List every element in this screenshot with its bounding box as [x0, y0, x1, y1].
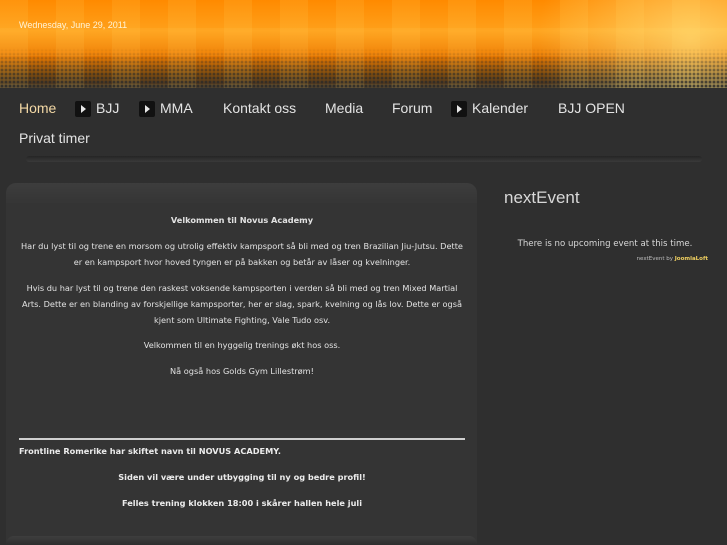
- nav-item-home[interactable]: Home: [19, 100, 56, 116]
- nav-item-media[interactable]: Media: [325, 100, 363, 116]
- site-header: Wednesday, June 29, 2011: [0, 0, 727, 88]
- nav-item-bjj-open[interactable]: BJJ OPEN: [558, 100, 625, 116]
- content-divider: [19, 438, 465, 440]
- sidebar-title: nextEvent: [504, 188, 580, 207]
- no-event-message: There is no upcoming event at this time.: [517, 239, 693, 249]
- golds-gym-paragraph: Nå også hos Golds Gym Lillestrøm!: [170, 366, 314, 376]
- welcome-title: Velkommen til Novus Academy: [170, 215, 314, 225]
- nav-item-mma[interactable]: MMA: [160, 100, 193, 116]
- nav-item-kalender[interactable]: Kalender: [472, 100, 528, 116]
- intro-paragraph-mma: Hvis du har lyst til og trene den raskes…: [21, 283, 463, 325]
- chevron-right-icon[interactable]: [451, 101, 467, 117]
- nav-item-forum[interactable]: Forum: [392, 100, 432, 116]
- news-line-profile: Siden vil være under utbygging til ny og…: [118, 472, 366, 482]
- credit-brand-link[interactable]: JoomlaLoft: [675, 256, 708, 262]
- sidebar-credit: nextEvent by JoomlaLoft: [560, 256, 708, 262]
- nav-item-bjj[interactable]: BJJ: [96, 100, 119, 116]
- header-pattern: [0, 0, 727, 88]
- chevron-right-icon[interactable]: [75, 101, 91, 117]
- nav-item-kontakt-oss[interactable]: Kontakt oss: [223, 100, 296, 116]
- news-line-training: Felles trening klokken 18:00 i skårer ha…: [121, 498, 363, 508]
- credit-prefix: nextEvent by: [636, 256, 675, 262]
- news-title: Frontline Romerike har skiftet navn til …: [19, 446, 281, 456]
- current-date: Wednesday, June 29, 2011: [19, 20, 128, 30]
- chevron-right-icon[interactable]: [139, 101, 155, 117]
- intro-paragraph-bjj: Har du lyst til og trene en morsom og ut…: [21, 241, 463, 267]
- nav-item-privat-timer[interactable]: Privat timer: [19, 130, 90, 146]
- welcome-paragraph: Velkommen til en hyggelig trenings økt h…: [143, 340, 341, 350]
- nav-divider: [26, 156, 702, 162]
- content-panel-bottom: [6, 536, 477, 545]
